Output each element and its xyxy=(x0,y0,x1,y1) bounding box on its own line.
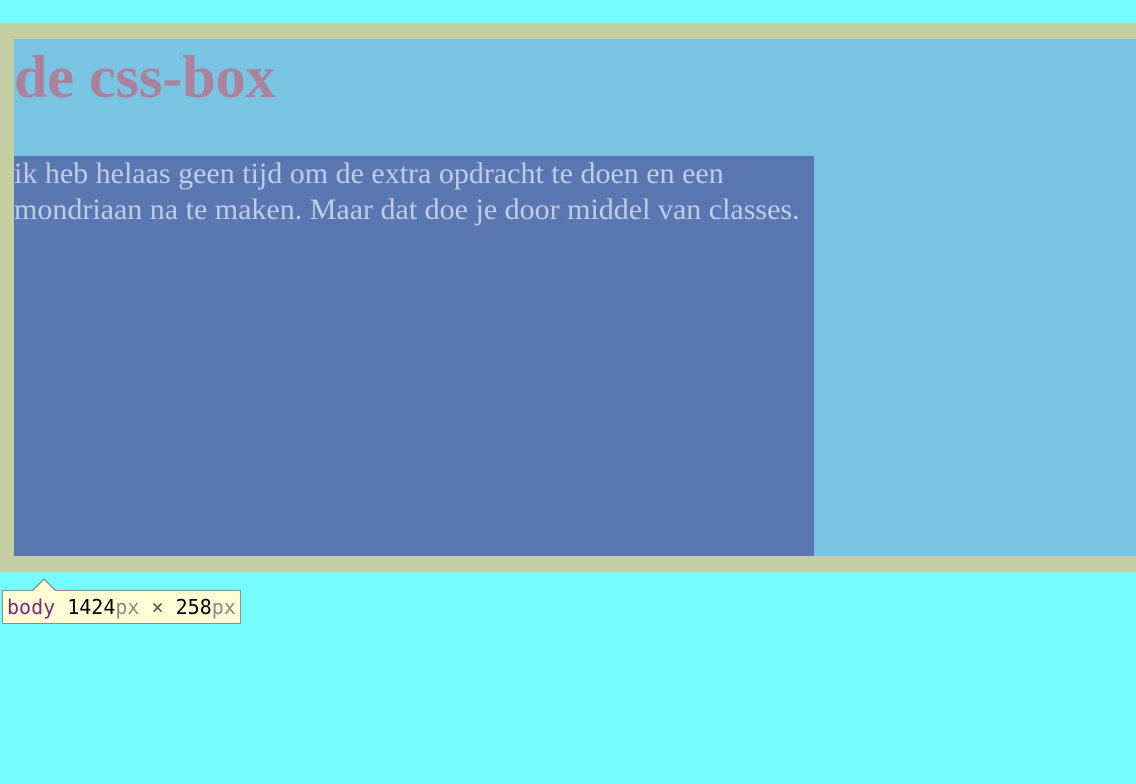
content-paragraph: ik heb helaas geen tijd om de extra opdr… xyxy=(14,157,800,226)
tooltip-height-value: 258 xyxy=(175,595,212,619)
tooltip-separator: × xyxy=(139,595,176,619)
element-inspector-tooltip: body 1424 px × 258 px xyxy=(2,578,241,624)
tooltip-height-unit: px xyxy=(211,595,236,619)
content-box: ik heb helaas geen tijd om de extra opdr… xyxy=(14,156,814,556)
page-heading: de css-box xyxy=(14,44,276,110)
tooltip-width-unit: px xyxy=(115,595,140,619)
tooltip-width-value: 1424 xyxy=(67,595,116,619)
tooltip-tag-name: body xyxy=(7,595,56,619)
